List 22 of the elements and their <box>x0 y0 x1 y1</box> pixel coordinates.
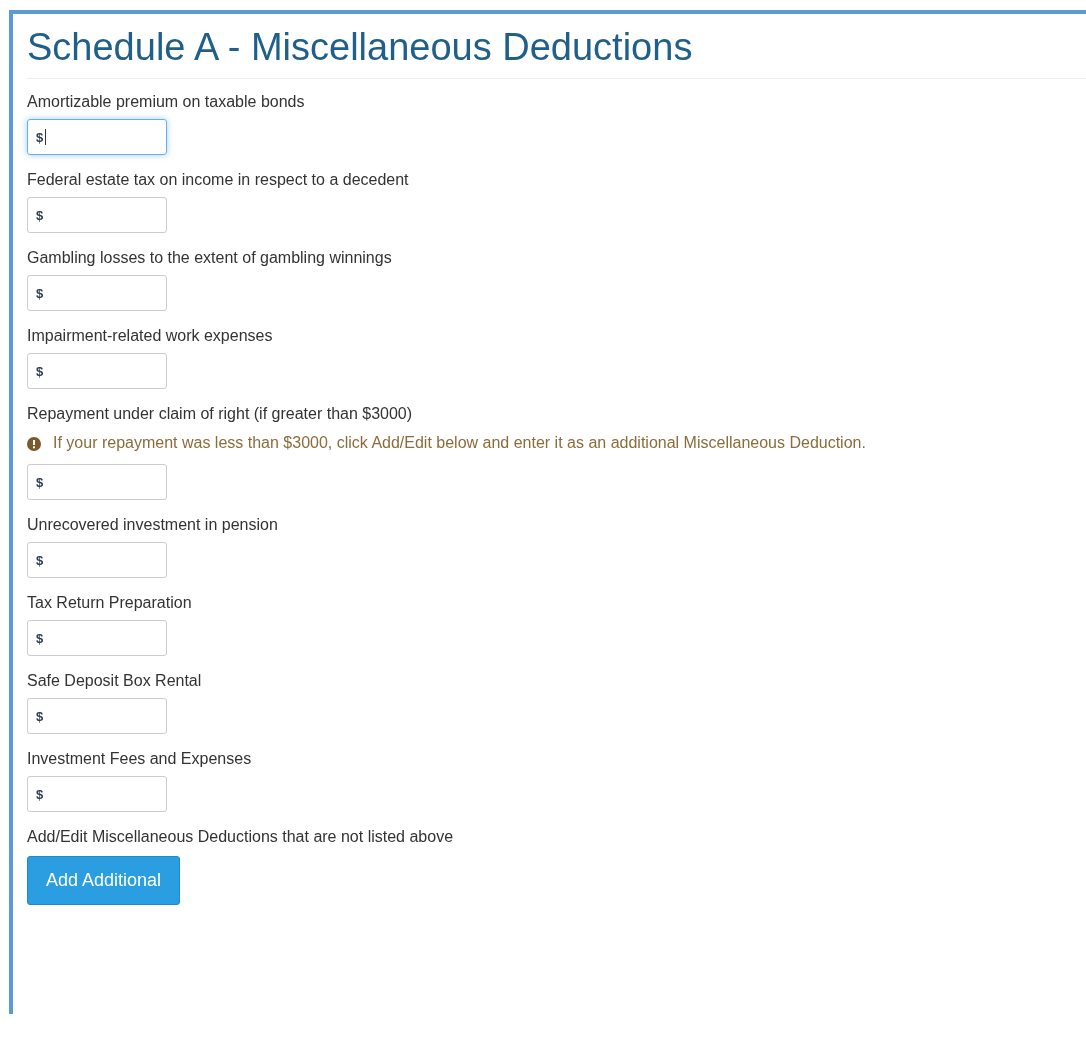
field-label: Gambling losses to the extent of gambling winnings <box>27 249 393 267</box>
field-label: Unrecovered investment in pension <box>27 516 279 534</box>
field-label: Repayment under claim of right (if greater than $3000) <box>27 405 414 423</box>
field-label: Federal estate tax on income in respect to a decedent <box>27 171 410 189</box>
amount-field[interactable]: $ <box>27 698 167 734</box>
amount-field[interactable]: $ <box>27 776 167 812</box>
page-title: Schedule A - Miscellaneous Deductions <box>27 24 1086 79</box>
field-label: Tax Return Preparation <box>27 594 193 612</box>
field-label: Investment Fees and Expenses <box>27 750 253 768</box>
amount-field[interactable]: $ <box>27 119 167 155</box>
amount-field[interactable]: $ <box>27 353 167 389</box>
field-label: Safe Deposit Box Rental <box>27 672 203 690</box>
amount-field[interactable]: $ <box>27 197 167 233</box>
field-label: Impairment-related work expenses <box>27 327 274 345</box>
amount-field[interactable]: $ <box>27 620 167 656</box>
field-label: Amortizable premium on taxable bonds <box>27 93 306 111</box>
notice-text: If your repayment was less than $3000, click Add/Edit below and enter it as an additional Miscellaneous Deduction. <box>53 433 866 453</box>
amount-field[interactable]: $ <box>27 464 167 500</box>
exclamation-icon <box>27 437 41 451</box>
amount-field[interactable]: $ <box>27 542 167 578</box>
amount-field[interactable]: $ <box>27 275 167 311</box>
field-label: Add/Edit Miscellaneous Deductions that are not listed above <box>27 828 455 846</box>
